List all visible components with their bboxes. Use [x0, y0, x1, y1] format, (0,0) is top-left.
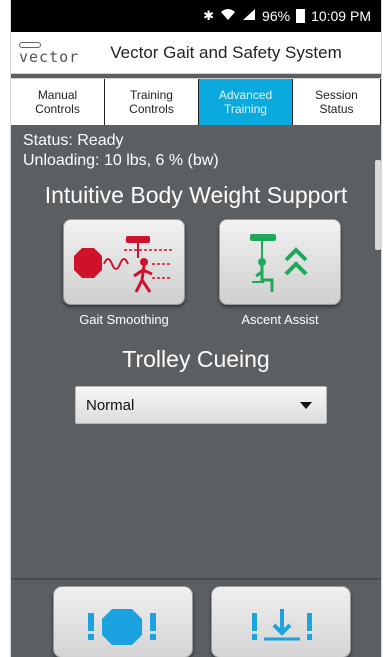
ascent-assist-button[interactable]: [219, 219, 341, 305]
logo-text: vector: [19, 48, 80, 66]
trolley-cueing-title: Trolley Cueing: [122, 346, 270, 372]
ibws-title: Intuitive Body Weight Support: [44, 182, 348, 208]
chevron-down-icon: [300, 401, 312, 409]
ascent-assist-label: Ascent Assist: [241, 312, 319, 327]
emergency-stop-button[interactable]: [53, 586, 193, 657]
ascent-assist-icon: [250, 234, 308, 292]
unloading-text: Unloading: 10 lbs, 6 % (bw): [23, 152, 219, 169]
app-header: vector Vector Gait and Safety System: [11, 32, 381, 74]
tab-advanced-training[interactable]: Advanced Training: [199, 79, 293, 125]
battery-percent: 96%: [262, 8, 291, 24]
status-bar: ✱ 96% 10:09 PM: [11, 0, 381, 32]
trolley-cueing-value: Normal: [86, 396, 135, 414]
status-text: Status: Ready: [23, 132, 124, 149]
phone-screen: ✱ 96% 10:09 PM vector Vector Gait and Sa…: [0, 0, 385, 657]
battery-icon: [296, 9, 306, 23]
gait-smoothing-icon: [74, 236, 174, 293]
lower-to-ground-button[interactable]: [211, 586, 351, 657]
tab-session-status[interactable]: Session Status: [293, 79, 381, 125]
app-frame: ✱ 96% 10:09 PM vector Vector Gait and Sa…: [10, 0, 382, 657]
signal-icon: [242, 8, 256, 24]
vector-logo: vector: [11, 32, 80, 74]
wifi-icon: [220, 8, 236, 24]
bottom-divider: [11, 578, 381, 580]
bluetooth-icon: ✱: [203, 8, 215, 23]
gait-smoothing-button[interactable]: [63, 219, 185, 305]
tab-bar: Manual Controls Training Controls Advanc…: [11, 78, 381, 125]
lower-to-ground-icon: [252, 609, 312, 641]
tab-training-controls[interactable]: Training Controls: [105, 79, 199, 125]
emergency-stop-icon: [88, 609, 156, 645]
app-title: Vector Gait and Safety System: [110, 42, 342, 62]
tab-manual-controls[interactable]: Manual Controls: [11, 79, 105, 125]
trolley-cueing-select[interactable]: Normal: [75, 386, 327, 424]
gait-smoothing-label: Gait Smoothing: [79, 312, 169, 327]
clock: 10:09 PM: [311, 8, 371, 24]
